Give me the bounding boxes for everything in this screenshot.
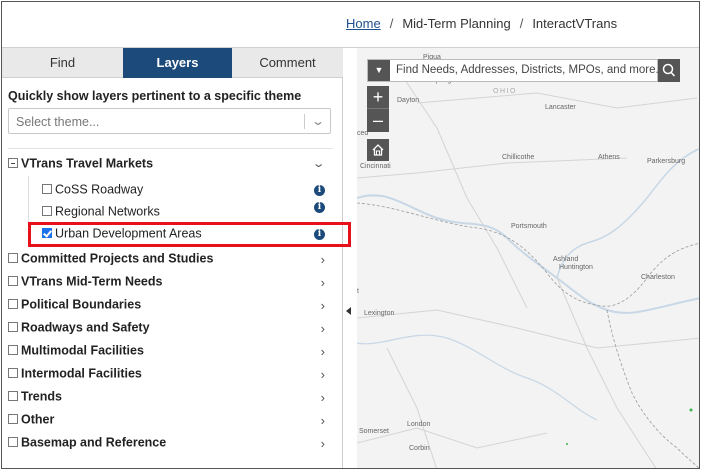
theme-select[interactable]: Select theme... ⌄ bbox=[8, 108, 331, 134]
map-label-t: t bbox=[357, 288, 359, 295]
layer-group-label: Trends bbox=[21, 389, 62, 404]
breadcrumb: Home / Mid-Term Planning / InteractVTrans bbox=[346, 16, 617, 31]
map-basemap bbox=[357, 59, 699, 468]
layer-group-label: Roadways and Safety bbox=[21, 320, 150, 335]
info-icon[interactable]: i bbox=[314, 202, 325, 213]
layer-group-committed-projects[interactable]: Committed Projects and Studies › bbox=[8, 251, 337, 271]
layer-group-label: Basemap and Reference bbox=[21, 435, 167, 450]
map-view[interactable]: Piqua Springfield OHIO Columbus Dayton L… bbox=[357, 48, 699, 468]
search-dropdown-icon[interactable]: ▼ bbox=[368, 60, 390, 81]
map-label-lexington: Lexington bbox=[364, 310, 395, 317]
highlight-box bbox=[28, 222, 351, 247]
chevron-right-icon[interactable]: › bbox=[321, 344, 325, 359]
layers-panel: Find Layers Comment Quickly show layers … bbox=[2, 48, 351, 468]
layer-group-trends[interactable]: Trends › bbox=[8, 389, 337, 409]
search-button[interactable] bbox=[658, 59, 680, 82]
map-label-dayton: Dayton bbox=[397, 97, 420, 104]
layer-checkbox[interactable] bbox=[8, 390, 18, 401]
map-label-portsmouth: Portsmouth bbox=[511, 223, 547, 230]
panel-collapse-handle-icon[interactable] bbox=[346, 307, 351, 315]
chevron-right-icon[interactable]: › bbox=[321, 390, 325, 405]
breadcrumb-current: InteractVTrans bbox=[532, 16, 618, 31]
breadcrumb-separator: / bbox=[519, 16, 524, 31]
breadcrumb-separator: / bbox=[389, 16, 394, 31]
layer-checkbox[interactable] bbox=[8, 367, 18, 378]
search-input[interactable]: Find Needs, Addresses, Districts, MPOs, … bbox=[396, 64, 665, 76]
zoom-in-button[interactable]: + bbox=[367, 86, 389, 109]
breadcrumb-mid-term-planning[interactable]: Mid-Term Planning bbox=[402, 16, 510, 31]
section-divider bbox=[8, 148, 333, 149]
search-icon bbox=[662, 63, 676, 77]
map-label-huntington: Huntington bbox=[559, 264, 593, 271]
layer-group-label: VTrans Mid-Term Needs bbox=[21, 274, 163, 289]
layer-group-label: Political Boundaries bbox=[21, 297, 142, 312]
layer-group-label: VTrans Travel Markets bbox=[21, 156, 154, 171]
layer-group-label: Intermodal Facilities bbox=[21, 366, 142, 381]
layer-label: CoSS Roadway bbox=[55, 182, 144, 197]
app-frame: Home / Mid-Term Planning / InteractVTrans Fi… bbox=[1, 1, 700, 469]
map-label-somerset: Somerset bbox=[359, 428, 389, 435]
tab-layers[interactable]: Layers bbox=[123, 48, 232, 78]
layer-group-mid-term-needs[interactable]: VTrans Mid-Term Needs › bbox=[8, 274, 337, 294]
map-label-lancaster: Lancaster bbox=[545, 104, 576, 111]
chevron-right-icon[interactable]: › bbox=[321, 321, 325, 336]
home-icon bbox=[372, 144, 384, 156]
layer-group-multimodal-facilities[interactable]: Multimodal Facilities › bbox=[8, 343, 337, 363]
layer-group-other[interactable]: Other › bbox=[8, 412, 337, 432]
chevron-down-icon[interactable]: ⌄ bbox=[311, 114, 325, 128]
layer-checkbox[interactable] bbox=[8, 436, 18, 447]
layer-item-regional-networks[interactable]: Regional Networks i bbox=[42, 202, 337, 224]
chevron-right-icon[interactable]: › bbox=[321, 298, 325, 313]
chevron-right-icon[interactable]: › bbox=[321, 252, 325, 267]
chevron-right-icon[interactable]: › bbox=[321, 367, 325, 382]
info-icon[interactable]: i bbox=[314, 185, 325, 196]
map-label-london: London bbox=[407, 421, 431, 428]
layer-group-label: Other bbox=[21, 412, 55, 427]
map-label-ohio: OHIO bbox=[493, 88, 517, 95]
breadcrumb-home-link[interactable]: Home bbox=[346, 16, 381, 31]
layer-checkbox[interactable] bbox=[8, 321, 18, 332]
layer-group-political-boundaries[interactable]: Political Boundaries › bbox=[8, 297, 337, 317]
chevron-right-icon[interactable]: › bbox=[321, 413, 325, 428]
layer-group-label: Multimodal Facilities bbox=[21, 343, 144, 358]
layer-checkbox[interactable] bbox=[8, 298, 18, 309]
map-label-cincinnati: Cincinnati bbox=[360, 163, 391, 170]
layer-group-intermodal-facilities[interactable]: Intermodal Facilities › bbox=[8, 366, 337, 386]
collapse-checkbox[interactable] bbox=[8, 157, 18, 168]
zoom-control: + – bbox=[367, 86, 389, 132]
select-divider bbox=[304, 114, 305, 129]
layer-checkbox[interactable] bbox=[8, 275, 18, 286]
layer-label: Regional Networks bbox=[55, 204, 160, 219]
chevron-right-icon[interactable]: › bbox=[321, 275, 325, 290]
layer-item-coss-roadway[interactable]: CoSS Roadway i bbox=[42, 182, 337, 202]
theme-select-placeholder: Select theme... bbox=[16, 115, 100, 129]
layer-checkbox[interactable] bbox=[42, 183, 52, 194]
breadcrumb-bar: Home / Mid-Term Planning / InteractVTrans bbox=[2, 2, 699, 48]
layer-group-vtrans-travel-markets[interactable]: VTrans Travel Markets ⌄ bbox=[8, 156, 337, 176]
tab-find[interactable]: Find bbox=[2, 48, 123, 78]
panel-tabs: Find Layers Comment bbox=[2, 48, 343, 78]
map-label-parkersburg: Parkersburg bbox=[647, 158, 686, 165]
layer-checkbox[interactable] bbox=[8, 344, 18, 355]
layer-group-roadways-safety[interactable]: Roadways and Safety › bbox=[8, 320, 337, 340]
map-label-charleston: Charleston bbox=[641, 274, 675, 281]
map-label-corbin: Corbin bbox=[409, 445, 430, 452]
layer-checkbox[interactable] bbox=[8, 252, 18, 263]
map-label-chillicothe: Chillicothe bbox=[502, 154, 535, 161]
map-label-ashland: Ashland bbox=[553, 256, 579, 263]
theme-label: Quickly show layers pertinent to a speci… bbox=[8, 89, 302, 103]
chevron-down-icon[interactable]: ⌄ bbox=[311, 157, 325, 170]
layer-checkbox[interactable] bbox=[42, 205, 52, 216]
home-extent-button[interactable] bbox=[367, 139, 389, 161]
tab-comment[interactable]: Comment bbox=[232, 48, 343, 78]
map-label-athens: Athens bbox=[598, 154, 620, 161]
layer-group-label: Committed Projects and Studies bbox=[21, 251, 214, 266]
map-search-box[interactable]: ▼ Find Needs, Addresses, Districts, MPOs… bbox=[367, 59, 665, 82]
layer-group-basemap-reference[interactable]: Basemap and Reference › bbox=[8, 435, 337, 455]
chevron-right-icon[interactable]: › bbox=[321, 436, 325, 451]
layer-checkbox[interactable] bbox=[8, 413, 18, 424]
zoom-out-button[interactable]: – bbox=[367, 109, 389, 132]
